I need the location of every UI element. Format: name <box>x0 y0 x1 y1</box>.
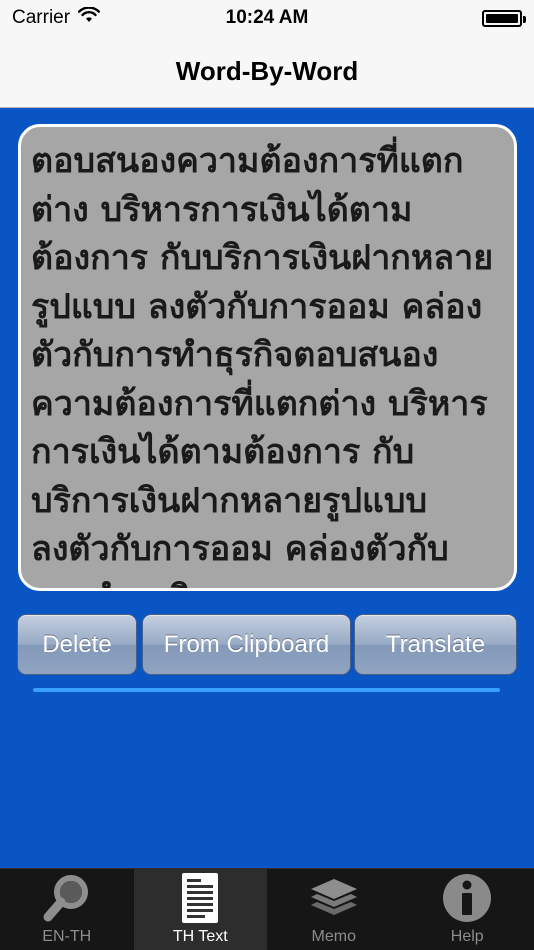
battery-fill <box>486 13 518 23</box>
info-icon <box>439 870 495 926</box>
layers-icon <box>306 870 362 926</box>
delete-button[interactable]: Delete <box>17 614 137 675</box>
action-buttons: Delete From Clipboard Translate <box>17 614 517 675</box>
translate-button[interactable]: Translate <box>354 614 517 675</box>
magnifier-icon <box>39 870 95 926</box>
battery-tip <box>523 15 526 23</box>
tab-label: EN-TH <box>42 928 92 945</box>
battery-icon <box>482 9 526 27</box>
status-left: Carrier <box>12 6 101 29</box>
tab-memo[interactable]: Memo <box>267 869 401 950</box>
tab-help[interactable]: Help <box>401 869 534 950</box>
navigation-bar: Word-By-Word <box>0 36 534 108</box>
from-clipboard-button[interactable]: From Clipboard <box>142 614 351 675</box>
tab-en-th[interactable]: EN-TH <box>0 869 134 950</box>
tab-bar: EN-TH TH Text Memo Help <box>0 868 534 950</box>
tab-label: TH Text <box>172 928 228 945</box>
wifi-icon <box>78 6 101 29</box>
document-icon <box>172 870 228 926</box>
page-title: Word-By-Word <box>175 56 359 86</box>
progress-fill <box>33 688 500 692</box>
thai-text-content: ตอบสนองความต้องการที่แตกต่าง บริหารการเง… <box>31 141 494 588</box>
tab-label: Memo <box>311 928 356 945</box>
tab-th-text[interactable]: TH Text <box>133 869 267 950</box>
thai-text-view[interactable]: ตอบสนองความต้องการที่แตกต่าง บริหารการเง… <box>18 124 517 591</box>
status-bar: Carrier 10:24 AM <box>0 0 534 36</box>
tab-label: Help <box>450 928 484 945</box>
progress-bar <box>33 688 500 692</box>
carrier-label: Carrier <box>12 7 71 28</box>
